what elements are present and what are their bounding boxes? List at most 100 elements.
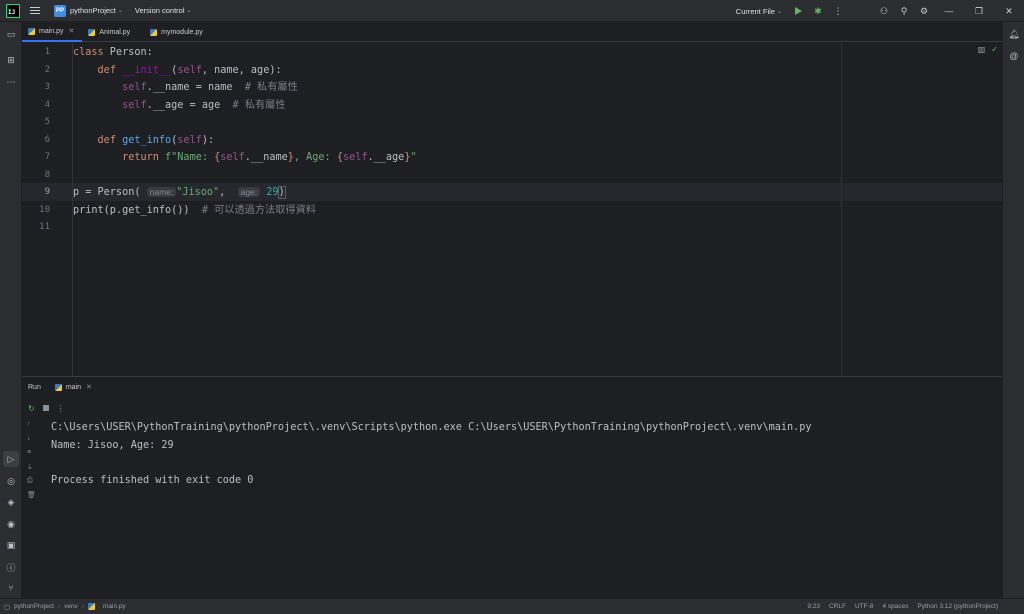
tab-main-py[interactable]: main.py ✕ bbox=[22, 22, 83, 42]
run-tab-main[interactable]: main ✕ bbox=[54, 383, 92, 391]
stop-icon[interactable] bbox=[42, 405, 49, 411]
python-interpreter[interactable]: Python 3.12 (pythonProject) bbox=[917, 603, 998, 610]
console-line: Process finished with exit code 0 bbox=[51, 474, 254, 486]
line-number: 10 bbox=[39, 204, 50, 215]
run-tool-button[interactable]: ▷ bbox=[3, 451, 19, 467]
title-bar: IJ PP pythonProject ⌄ Version control ⌄ … bbox=[0, 0, 1024, 22]
ai-assistant-button[interactable]: @ bbox=[1006, 48, 1022, 64]
code-line-7: return f"Name: {self.__name}, Age: {self… bbox=[122, 152, 417, 163]
version-control-menu[interactable]: Version control bbox=[135, 6, 185, 15]
chevron-down-icon[interactable]: ⌄ bbox=[118, 7, 123, 14]
python-file-icon bbox=[54, 383, 62, 391]
reader-mode-icon[interactable]: ▥ bbox=[978, 45, 986, 54]
chevron-right-icon: › bbox=[57, 603, 61, 610]
run-panel-title: Run bbox=[28, 383, 41, 391]
search-icon: ⚲ bbox=[900, 5, 908, 16]
rerun-icon[interactable]: ↻ bbox=[28, 404, 35, 413]
app-logo-icon: IJ bbox=[6, 3, 20, 18]
file-encoding[interactable]: UTF-8 bbox=[855, 603, 873, 610]
right-tool-strip: 🔔︎ @ bbox=[1002, 22, 1024, 598]
notifications-button[interactable]: 🔔︎ bbox=[1006, 26, 1022, 42]
tab-label: main.py bbox=[39, 27, 64, 35]
close-icon: ✕ bbox=[1005, 5, 1013, 16]
run-button[interactable] bbox=[788, 0, 808, 22]
services-icon: ◉ bbox=[7, 518, 15, 529]
checkmark-icon[interactable]: ✓ bbox=[991, 45, 998, 54]
line-number: 11 bbox=[39, 222, 50, 232]
code-line-2: def __init__(self, name, age): bbox=[97, 64, 282, 76]
more-vertical-icon[interactable]: ⋮ bbox=[57, 404, 65, 413]
line-number: 6 bbox=[44, 134, 50, 145]
folder-icon: ▭ bbox=[6, 28, 16, 39]
up-arrow-icon[interactable]: ↑ bbox=[27, 421, 31, 428]
chevron-down-icon[interactable]: ⌄ bbox=[187, 7, 192, 14]
indent-setting[interactable]: 4 spaces bbox=[882, 603, 908, 610]
debug-button[interactable]: ✱ bbox=[808, 0, 828, 22]
python-file-icon bbox=[28, 27, 35, 35]
status-bar: ▢ pythonProject › venv › main.py 9:23 CR… bbox=[0, 598, 1024, 614]
console-line: Name: Jisoo, Age: 29 bbox=[51, 439, 174, 451]
tab-mymodule-py[interactable]: mymodule.py bbox=[144, 22, 211, 42]
maximize-button[interactable]: ❐ bbox=[964, 0, 994, 22]
line-number: 7 bbox=[44, 152, 50, 162]
structure-tool-button[interactable]: ⊞ bbox=[3, 52, 19, 68]
line-number: 5 bbox=[44, 117, 50, 127]
terminal-tool-button[interactable]: ▣ bbox=[3, 537, 19, 553]
more-tools-button[interactable]: ⋯ bbox=[3, 74, 19, 90]
close-window-button[interactable]: ✕ bbox=[994, 0, 1024, 22]
bell-icon: 🔔︎ bbox=[1008, 28, 1020, 39]
minimize-button[interactable]: — bbox=[934, 0, 964, 22]
project-tool-button[interactable]: ▭ bbox=[3, 26, 19, 42]
structure-icon: ⊞ bbox=[7, 54, 15, 65]
tab-animal-py[interactable]: Animal.py bbox=[82, 22, 138, 42]
services-tool-button[interactable]: ◉ bbox=[3, 516, 19, 532]
breadcrumb-item[interactable]: pythonProject bbox=[14, 603, 54, 610]
more-vertical-icon: ⋮ bbox=[833, 5, 843, 16]
bug-icon: ✱ bbox=[814, 5, 822, 16]
caret-position[interactable]: 9:23 bbox=[807, 603, 820, 610]
run-tab-label: main bbox=[65, 383, 82, 391]
more-actions-button[interactable]: ⋮ bbox=[828, 0, 848, 22]
left-tool-strip: ▭ ⊞ ⋯ ▷ ◎ ◈ ◉ ▣ ⓘ ⑂ bbox=[0, 22, 22, 598]
close-icon[interactable]: ✕ bbox=[86, 383, 92, 391]
code-line-3: self.__name = name # 私有屬性 bbox=[122, 82, 298, 93]
parameter-hint-name: name: bbox=[146, 187, 177, 197]
add-user-button[interactable]: ⚇ bbox=[874, 0, 894, 22]
module-icon: ▢ bbox=[4, 603, 11, 611]
minimize-icon: — bbox=[944, 6, 954, 16]
layers-tool-button[interactable]: ◈ bbox=[3, 494, 19, 510]
chevron-down-icon[interactable]: ⌄ bbox=[777, 8, 782, 15]
code-editor[interactable]: ▥ ✓ 1 2 3 4 5 6 7 8 9 10 11 class Person… bbox=[22, 43, 1002, 376]
restore-icon: ❐ bbox=[974, 5, 984, 16]
line-separator[interactable]: CRLF bbox=[829, 603, 846, 610]
terminal-icon: ▣ bbox=[6, 539, 16, 550]
breadcrumb-item[interactable]: main.py bbox=[103, 603, 126, 610]
main-menu-icon[interactable] bbox=[30, 4, 44, 18]
close-icon[interactable]: ✕ bbox=[69, 27, 75, 35]
parameter-hint-age: age: bbox=[237, 187, 261, 197]
python-packages-tool-button[interactable]: ◎ bbox=[3, 473, 19, 489]
code-line-6: def get_info(self): bbox=[97, 134, 215, 146]
down-arrow-icon[interactable]: ↓ bbox=[27, 435, 31, 442]
settings-button[interactable]: ⚙ bbox=[914, 0, 934, 22]
project-name[interactable]: pythonProject bbox=[70, 6, 116, 15]
code-line-10: print(p.get_info()) # 可以透過方法取得資料 bbox=[73, 204, 316, 216]
line-number: 2 bbox=[44, 64, 50, 75]
breadcrumb-item[interactable]: venv bbox=[64, 603, 78, 610]
search-button[interactable]: ⚲ bbox=[894, 0, 914, 22]
run-icon bbox=[794, 7, 802, 15]
run-configuration-selector[interactable]: Current File bbox=[736, 7, 775, 16]
more-horizontal-icon: ⋯ bbox=[6, 76, 16, 87]
git-tool-button[interactable]: ⑂ bbox=[3, 580, 19, 596]
print-icon[interactable]: ⎙ bbox=[27, 477, 33, 485]
scroll-to-end-icon[interactable]: ⇣ bbox=[27, 463, 33, 471]
problems-tool-button[interactable]: ⓘ bbox=[3, 559, 19, 575]
console-output[interactable] bbox=[42, 417, 1002, 599]
trash-icon[interactable]: 🗑︎ bbox=[27, 491, 36, 499]
soft-wrap-icon[interactable]: ≡ bbox=[27, 449, 31, 456]
breadcrumb: ▢ pythonProject › venv › main.py bbox=[4, 603, 126, 611]
problems-icon: ⓘ bbox=[6, 562, 16, 573]
editor-tab-bar: main.py ✕ Animal.py mymodule.py bbox=[22, 22, 1002, 42]
project-badge[interactable]: PP bbox=[54, 4, 66, 17]
tab-label: Animal.py bbox=[99, 28, 131, 36]
